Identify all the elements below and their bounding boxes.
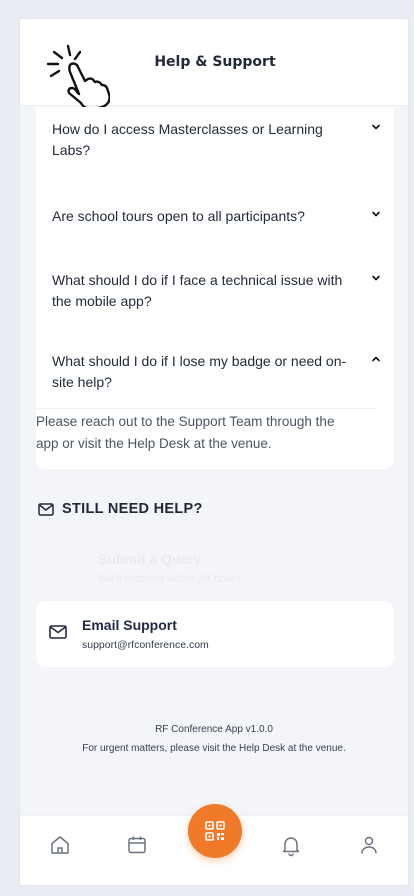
faq-answer: Please reach out to the Support Team thr… xyxy=(36,414,335,451)
faq-question: How do I access Masterclasses or Learnin… xyxy=(52,121,323,158)
faq-question: What should I do if I face a technical i… xyxy=(52,272,343,309)
mail-icon xyxy=(38,502,54,516)
divider xyxy=(36,408,378,409)
submit-query-card[interactable]: Submit a Query We'll respond within 24 h… xyxy=(36,539,394,601)
mail-icon xyxy=(49,625,67,639)
faq-question: Are school tours open to all participant… xyxy=(52,208,305,224)
footer-note: For urgent matters, please visit the Hel… xyxy=(82,743,346,754)
bottom-nav xyxy=(20,804,408,885)
app-screen: Help & Support How do I access Mastercla… xyxy=(19,18,409,886)
chevron-down-icon xyxy=(372,124,380,130)
email-support-title: Email Support xyxy=(82,617,177,633)
tap-cursor-icon xyxy=(46,44,110,109)
user-icon[interactable] xyxy=(357,833,381,857)
still-need-help-label: STILL NEED HELP? xyxy=(62,501,203,517)
home-icon[interactable] xyxy=(48,833,72,857)
app-version: RF Conference App v1.0.0 xyxy=(155,724,273,735)
email-support-address[interactable]: support@rfconference.com xyxy=(82,639,209,651)
chevron-down-icon xyxy=(372,211,380,217)
chevron-down-icon xyxy=(372,275,380,281)
chevron-up-icon xyxy=(372,356,380,362)
qr-code-icon xyxy=(205,821,225,841)
email-support-card[interactable]: Email Support support@rfconference.com xyxy=(36,601,394,667)
calendar-icon[interactable] xyxy=(125,833,149,857)
faq-question: What should I do if I lose my badge or n… xyxy=(52,353,347,390)
qr-scan-button[interactable] xyxy=(188,804,242,858)
submit-query-subtitle: We'll respond within 24 hours xyxy=(98,573,242,585)
submit-query-title: Submit a Query xyxy=(98,551,202,567)
bell-icon[interactable] xyxy=(279,833,303,857)
still-need-help-heading: STILL NEED HELP? xyxy=(38,499,203,519)
